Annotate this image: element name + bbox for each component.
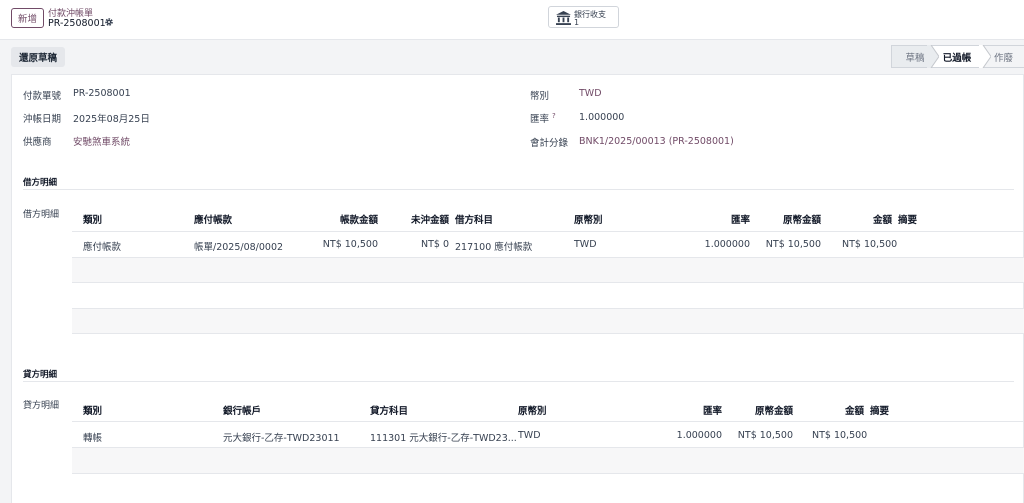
- rate-label: 匯率 ?: [530, 111, 556, 125]
- cell-orig-currency[interactable]: TWD: [574, 239, 597, 250]
- cell-orig-amount[interactable]: NT$ 10,500: [734, 430, 793, 441]
- vendor-label: 供應商: [23, 137, 52, 148]
- col-header-orig-amount[interactable]: 原幣金額: [734, 403, 793, 417]
- col-header-debit-account[interactable]: 借方科目: [455, 212, 493, 226]
- gear-icon[interactable]: [104, 17, 114, 27]
- credit-field-label: 貸方明細: [23, 401, 60, 411]
- reset-to-draft-button[interactable]: 還原草稿: [11, 47, 65, 67]
- help-tooltip-icon[interactable]: ?: [552, 112, 556, 120]
- section-divider: [23, 189, 1014, 190]
- col-header-amount-total[interactable]: 金額: [842, 212, 892, 226]
- empty-row: [72, 308, 1024, 333]
- cell-amount-total[interactable]: NT$ 10,500: [842, 239, 897, 250]
- table-divider: [72, 447, 1024, 448]
- vendor-link[interactable]: 安馳煞車系統: [73, 134, 130, 148]
- col-header-rate[interactable]: 匯率: [662, 403, 722, 417]
- col-header-payable[interactable]: 應付帳款: [194, 212, 232, 226]
- payment-no-label: 付款單號: [23, 91, 62, 102]
- table-divider: [72, 473, 1024, 474]
- cell-unreconciled[interactable]: NT$ 0: [392, 239, 449, 250]
- form-sheet: 付款單號 PR-2508001 沖帳日期 2025年08月25日 供應商 安馳煞…: [11, 74, 1024, 503]
- col-header-bank-account[interactable]: 銀行帳戶: [223, 403, 261, 417]
- stage-arrow-icon: [927, 45, 939, 68]
- bank-statement-smart-button[interactable]: 銀行收支 1: [548, 6, 619, 28]
- col-header-credit-account[interactable]: 貸方科目: [370, 403, 408, 417]
- date-label: 沖帳日期: [23, 114, 62, 125]
- cell-payable-link[interactable]: 帳單/2025/08/0002: [194, 239, 283, 253]
- col-header-orig-amount[interactable]: 原幣金額: [762, 212, 821, 226]
- smart-button-count: 1: [574, 18, 580, 27]
- empty-row: [72, 257, 1024, 282]
- cell-type[interactable]: 轉帳: [83, 430, 102, 444]
- col-header-orig-currency[interactable]: 原幣別: [574, 212, 603, 226]
- payment-no-value[interactable]: PR-2508001: [73, 88, 131, 99]
- col-header-rate[interactable]: 匯率: [692, 212, 750, 226]
- cell-amount-total[interactable]: NT$ 10,500: [812, 430, 867, 441]
- control-panel: 新增 付款沖帳單 PR-2508001 銀行收支 1: [0, 0, 1024, 40]
- cell-bank-account[interactable]: 元大銀行-乙存-TWD23011: [223, 430, 340, 444]
- col-header-type[interactable]: 類別: [83, 403, 102, 417]
- debit-field-label: 借方明細: [23, 210, 60, 220]
- col-header-orig-currency[interactable]: 原幣別: [518, 403, 547, 417]
- section-divider: [23, 381, 1014, 382]
- currency-link[interactable]: TWD: [579, 88, 602, 99]
- journal-label: 會計分錄: [530, 138, 569, 149]
- bank-icon: [556, 11, 571, 25]
- cell-amount[interactable]: NT$ 10,500: [312, 239, 378, 250]
- cell-type[interactable]: 應付帳款: [83, 239, 121, 253]
- stage-arrow-icon: [979, 45, 991, 68]
- table-row[interactable]: 應付帳款 帳單/2025/08/0002 NT$ 10,500 NT$ 0 21…: [72, 232, 1024, 257]
- table-divider: [72, 282, 1024, 283]
- cell-rate[interactable]: 1.000000: [662, 430, 722, 441]
- table-divider: [72, 257, 1024, 258]
- empty-row: [72, 447, 1024, 473]
- table-row[interactable]: 轉帳 元大銀行-乙存-TWD23011 111301 元大銀行-乙存-TWD23…: [72, 422, 1024, 447]
- credit-lines-table: 類別 銀行帳戶 貸方科目 原幣別 匯率 原幣金額 金額 摘要 轉帳 元大銀行-乙…: [72, 403, 1024, 503]
- date-value[interactable]: 2025年08月25日: [73, 111, 150, 125]
- rate-label-text: 匯率: [530, 114, 550, 125]
- col-header-amount-total[interactable]: 金額: [812, 403, 864, 417]
- col-header-memo[interactable]: 摘要: [898, 212, 917, 226]
- currency-label: 幣別: [530, 91, 550, 102]
- cell-credit-account[interactable]: 111301 元大銀行-乙存-TWD23...: [370, 430, 517, 444]
- cell-orig-amount[interactable]: NT$ 10,500: [762, 239, 821, 250]
- debit-lines-table: 類別 應付帳款 帳款金額 未沖金額 借方科目 原幣別 匯率 原幣金額 金額 摘要…: [72, 212, 1024, 336]
- table-divider: [72, 308, 1024, 309]
- status-bar: 草稿 已過帳 作廢: [891, 45, 1024, 68]
- cell-orig-currency[interactable]: TWD: [518, 430, 541, 441]
- credit-section-title: 貸方明細: [23, 370, 58, 380]
- col-header-amount[interactable]: 帳款金額: [312, 212, 378, 226]
- col-header-memo[interactable]: 摘要: [870, 403, 889, 417]
- rate-value[interactable]: 1.000000: [579, 112, 624, 123]
- journal-entry-link[interactable]: BNK1/2025/00013 (PR-2508001): [579, 136, 734, 147]
- cell-rate[interactable]: 1.000000: [692, 239, 750, 250]
- debit-section-title: 借方明細: [23, 178, 58, 188]
- breadcrumb-current: PR-2508001: [48, 18, 106, 29]
- col-header-type[interactable]: 類別: [83, 212, 102, 226]
- new-button[interactable]: 新增: [11, 8, 44, 28]
- col-header-unreconciled[interactable]: 未沖金額: [392, 212, 449, 226]
- table-divider: [72, 333, 1024, 334]
- cell-debit-account[interactable]: 217100 應付帳款: [455, 239, 532, 253]
